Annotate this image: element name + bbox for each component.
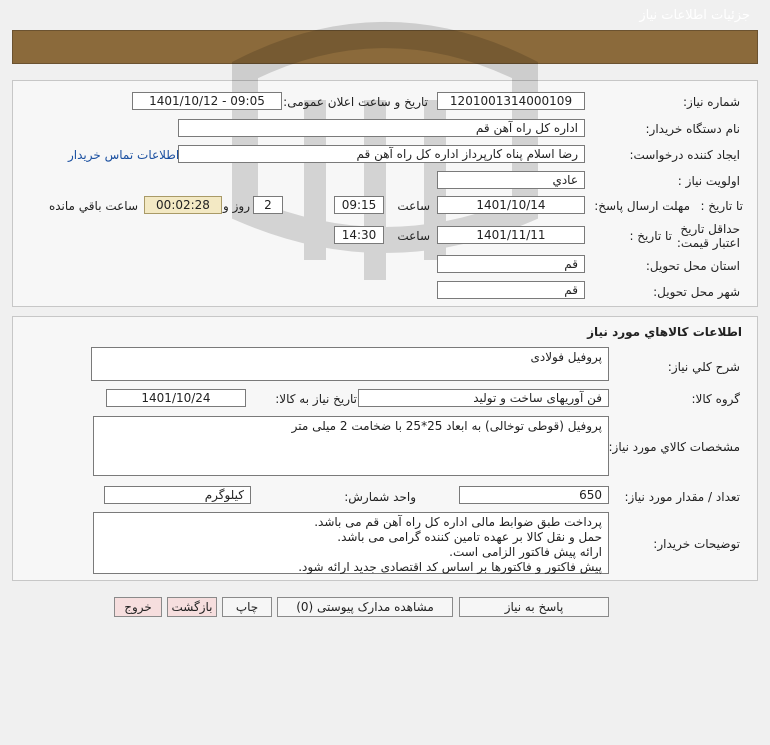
need-number-label: شماره نیاز: (683, 95, 740, 109)
need-date-field: 1401/10/24 (106, 389, 246, 407)
creator-label: ایجاد کننده درخواست: (629, 148, 740, 162)
remaining-label: ساعت باقي مانده (48, 199, 138, 213)
spec-field: پروفیل (قوطی توخالی) به ابعاد 25*25 با ض… (93, 416, 609, 476)
remaining-time-badge: 00:02:28 (144, 196, 222, 214)
goods-section-title: اطلاعات کالاهاي مورد نياز (587, 325, 742, 339)
page-title: جزئیات اطلاعات نیاز (639, 8, 750, 23)
attachments-button[interactable]: مشاهده مدارک پیوستی (0) (277, 597, 453, 617)
reply-to-date-label: تا تاریخ : (700, 199, 743, 213)
province-field: قم (437, 255, 585, 273)
unit-label: واحد شمارش: (344, 490, 416, 504)
buyer-org-field: اداره کل راه آهن قم (178, 119, 585, 137)
buyer-contact-link[interactable]: اطلاعات تماس خریدار (68, 148, 179, 162)
price-to-date-label: تا تاریخ : (629, 229, 672, 243)
exit-button[interactable]: خروج (114, 597, 162, 617)
back-button[interactable]: بازگشت (167, 597, 217, 617)
goods-group-label: گروه کالا: (691, 392, 741, 406)
buyer-note-line: حمل و نقل کالا بر عهده تامین کننده گرامی… (337, 530, 602, 544)
goods-group-field: فن آوریهای ساخت و تولید (358, 389, 609, 407)
buyer-notes-field: پرداخت طبق ضوابط مالی اداره کل راه آهن ق… (93, 512, 609, 574)
buyer-note-line: ارائه پیش فاکتور الزامی است. (449, 545, 602, 559)
buyer-notes-label: توضیحات خریدار: (653, 537, 740, 551)
buyer-org-label: نام دستگاه خریدار: (645, 122, 741, 136)
qty-field: 650 (459, 486, 609, 504)
reply-time-field: 09:15 (334, 196, 384, 214)
page-header (12, 30, 758, 64)
need-date-label: تاریخ نیاز به کالا: (275, 392, 357, 406)
general-desc-field: پروفیل فولادی (91, 347, 609, 381)
price-time-label: ساعت (397, 229, 430, 243)
price-date-field: 1401/11/11 (437, 226, 585, 244)
price-validity-label: حداقل تاریخ اعتبار قیمت: (676, 222, 740, 250)
priority-label: اولویت نیاز : (677, 174, 740, 188)
days-field: 2 (253, 196, 283, 214)
reply-time-label: ساعت (397, 199, 430, 213)
city-label: شهر محل تحویل: (653, 285, 740, 299)
buyer-note-line: پرداخت طبق ضوابط مالی اداره کل راه آهن ق… (314, 515, 602, 529)
city-field: قم (437, 281, 585, 299)
buyer-note-line: پیش فاکتور و فاکتورها بر اساس کد اقتصادی… (298, 560, 602, 574)
province-label: استان محل تحویل: (645, 259, 740, 273)
unit-field: کیلوگرم (104, 486, 251, 504)
reply-button[interactable]: پاسخ به نیاز (459, 597, 609, 617)
qty-label: تعداد / مقدار مورد نياز: (624, 490, 740, 504)
print-button[interactable]: چاپ (222, 597, 272, 617)
general-desc-label: شرح کلي نياز: (667, 360, 740, 374)
spec-label: مشخصات کالاي مورد نياز: (608, 440, 740, 454)
reply-date-field: 1401/10/14 (437, 196, 585, 214)
priority-field: عادي (437, 171, 585, 189)
need-number-field: 1201001314000109 (437, 92, 585, 110)
days-label: روز و (223, 199, 250, 213)
announce-field: 1401/10/12 - 09:05 (132, 92, 282, 110)
creator-field: رضا اسلام پناه کارپرداز اداره کل راه آهن… (178, 145, 585, 163)
price-time-field: 14:30 (334, 226, 384, 244)
reply-deadline-label: مهلت ارسال پاسخ: (594, 199, 690, 213)
announce-label: تاریخ و ساعت اعلان عمومی: (283, 95, 428, 109)
